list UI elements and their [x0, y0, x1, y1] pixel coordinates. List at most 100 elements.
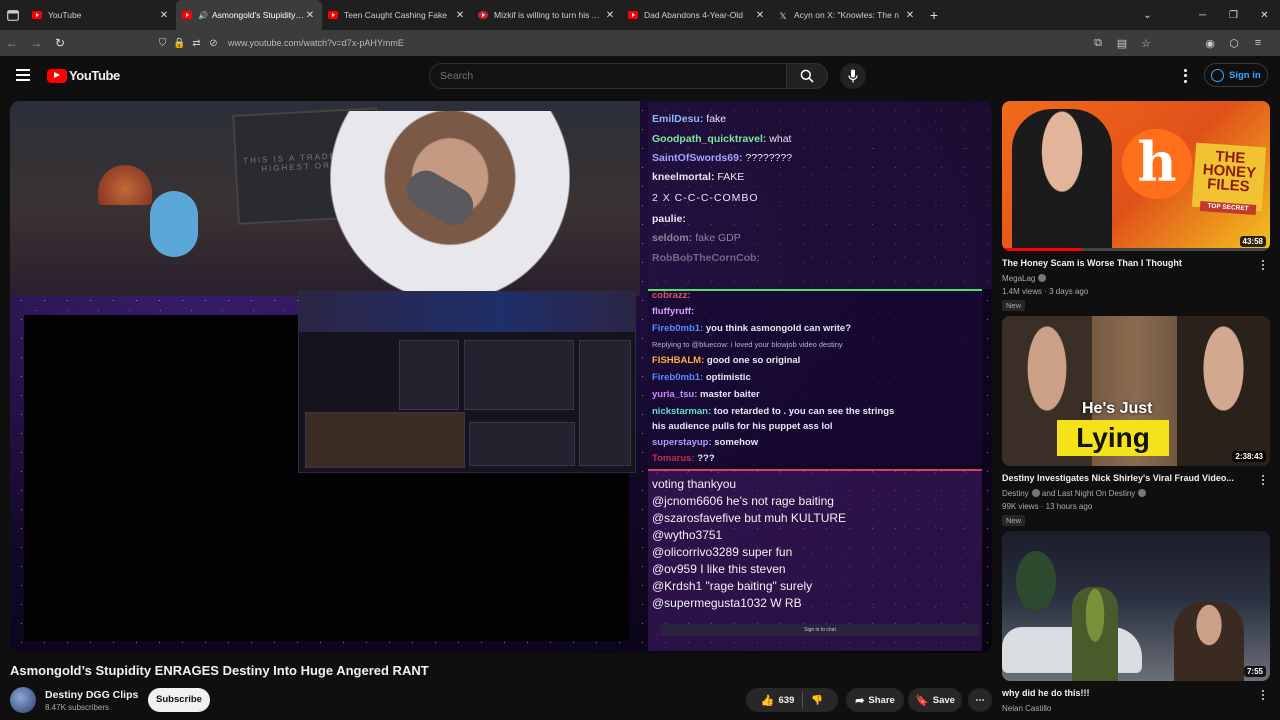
video-title: Asmongold’s Stupidity ENRAGES Destiny In… [10, 663, 429, 678]
recommendation-title[interactable]: The Honey Scam is Worse Than I Thought [1002, 258, 1252, 268]
tab-close-icon[interactable]: ✕ [604, 10, 616, 21]
extensions-icon[interactable]: ⬡ [1222, 37, 1246, 50]
lock-icon[interactable]: 🔒 [171, 38, 188, 49]
more-actions-button[interactable]: ⋯ [968, 688, 992, 712]
browser-tab-teen-caught[interactable]: Teen Caught Cashing Fake ✕ [322, 0, 472, 30]
browser-tab-dad-abandons[interactable]: Dad Abandons 4-Year-Old ✕ [622, 0, 772, 30]
chat-message: somehow [714, 437, 759, 448]
chat-message: you think asmongold can write? [705, 323, 852, 334]
reload-button[interactable]: ↻ [48, 36, 72, 50]
youtube-logo[interactable]: YouTube [47, 68, 120, 83]
share-arrow-icon: ➦ [855, 694, 865, 707]
shield-icon[interactable]: ⛉ [154, 38, 171, 49]
more-dots-icon: ⋯ [975, 694, 985, 706]
browser-menu-icon[interactable]: ≡ [1246, 37, 1270, 49]
video-player[interactable]: THIS IS A TRADER THE HIGHEST ORDER EmilD… [10, 101, 992, 653]
video-thumbnail[interactable]: 7:55 [1002, 531, 1270, 681]
browser-tab-active-video[interactable]: 🔊 Asmongold's Stupidity ENR ✕ [176, 0, 322, 30]
settings-more-icon[interactable] [1181, 68, 1189, 84]
share-button[interactable]: ➦ Share [846, 688, 904, 712]
window-controls: ⌄ ─ ❐ ✕ [1132, 0, 1280, 30]
restore-button[interactable]: ❐ [1218, 10, 1249, 21]
browser-tab-acyn[interactable]: 𝕏 Acyn on X: "Knowles: The n ✕ [772, 0, 922, 30]
channel-label: MegaLag [1002, 274, 1036, 283]
toolbar-actions: ⧉ ▤ ☆ ◉ ⬡ ≡ [1086, 30, 1270, 56]
tab-close-icon[interactable]: ✕ [454, 10, 466, 21]
save-label: Save [932, 694, 955, 706]
chat-line: superstayup: somehow [652, 437, 758, 448]
browser-tab-bar: YouTube ✕ 🔊 Asmongold's Stupidity ENR ✕ … [0, 0, 1280, 30]
chat-line: paulie: [652, 213, 686, 225]
search-input[interactable] [429, 63, 787, 89]
x-favicon-icon: 𝕏 [779, 11, 787, 21]
tab-close-icon[interactable]: ✕ [754, 10, 766, 21]
chat-message: optimistic [705, 372, 751, 383]
reader-view-icon[interactable]: ▤ [1110, 37, 1134, 50]
recommendation-menu-icon[interactable] [1259, 259, 1267, 271]
chat-username: paulie: [652, 213, 686, 225]
close-window-button[interactable]: ✕ [1249, 10, 1280, 21]
chat-line: Fireb0mb1: optimistic [652, 372, 751, 383]
tab-close-icon[interactable]: ✕ [304, 10, 316, 21]
chat-line: RobBobTheCornCob: [652, 252, 760, 264]
video-thumbnail[interactable]: He's Just Lying 2:38:43 [1002, 316, 1270, 466]
chat-line: nickstarman: too retarded to . you can s… [652, 406, 894, 417]
chat-line: Goodpath_quicktravel: what [652, 133, 791, 145]
bookmark-star-icon[interactable]: ☆ [1134, 37, 1158, 50]
tab-title: Acyn on X: "Knowles: The n [794, 10, 899, 20]
screen-share-window [298, 291, 636, 473]
url-text[interactable]: www.youtube.com/watch?v=d7x-pAHYmmE [228, 38, 404, 48]
save-button[interactable]: 🔖 Save [908, 688, 962, 712]
chat-panel-top: EmilDesu: fake Goodpath_quicktravel: wha… [648, 101, 992, 289]
chat-username: SaintOfSwords69: [652, 152, 743, 164]
chat-line: @wytho3751 [652, 528, 723, 542]
costumed-figure [1072, 587, 1118, 681]
account-circle-icon [1211, 68, 1224, 82]
channel-avatar[interactable] [10, 687, 36, 713]
logo-text: YouTube [69, 68, 120, 83]
recommendation-channel[interactable]: Nelan Castillo [1002, 704, 1051, 713]
chat-line: @szarosfavefive but muh KULTURE [652, 511, 847, 525]
chat-line: 2 X C-C-C-COMBO [652, 192, 759, 204]
tab-actions-icon[interactable] [0, 0, 26, 30]
tab-list-chevron-icon[interactable]: ⌄ [1132, 10, 1163, 21]
minimize-button[interactable]: ─ [1187, 10, 1218, 21]
bookmark-icon: 🔖 [915, 694, 929, 707]
hamburger-menu-icon[interactable] [16, 69, 30, 81]
recommendation-title[interactable]: Destiny Investigates Nick Shirley's Vira… [1002, 473, 1252, 483]
verified-icon [1031, 489, 1040, 497]
tab-close-icon[interactable]: ✕ [158, 10, 170, 21]
dislike-button[interactable]: 👎 [811, 695, 823, 706]
recommendation-title[interactable]: why did he do this!!! [1002, 688, 1252, 698]
browser-tab-mizkif[interactable]: Mizkif is willing to turn his Aust ✕ [472, 0, 622, 30]
address-bar[interactable]: ⛉ 🔒 ⇄ ⊘ www.youtube.com/watch?v=d7x-pAHY… [154, 33, 1129, 53]
tab-close-icon[interactable]: ✕ [904, 10, 916, 21]
chat-message: 2 X C-C-C-COMBO [652, 192, 759, 204]
tracking-protection-icon[interactable]: ⊘ [205, 38, 222, 49]
thumbnail-caption: He's Just [1082, 400, 1153, 417]
recommendation-channel[interactable]: MegaLag [1002, 274, 1047, 283]
speaker-icon[interactable]: 🔊 [198, 11, 208, 20]
like-button[interactable]: 👍 639 [761, 694, 795, 707]
subscribe-button[interactable]: Subscribe [148, 688, 210, 712]
voice-search-button[interactable] [840, 63, 866, 89]
recommendation-menu-icon[interactable] [1259, 689, 1267, 701]
video-thumbnail[interactable]: h THE HONEY FILES TOP SECRET 43:58 [1002, 101, 1270, 251]
search-button[interactable] [786, 63, 828, 89]
back-button[interactable]: ← [0, 36, 24, 50]
channel-name[interactable]: Destiny DGG Clips [45, 689, 138, 701]
forward-button[interactable]: → [24, 36, 48, 50]
sign-in-button[interactable]: Sign in [1204, 63, 1268, 87]
site-settings-icon[interactable]: ⇄ [188, 38, 205, 49]
sign-in-label: Sign in [1229, 69, 1261, 81]
chat-message: FAKE [717, 171, 745, 183]
picture-in-picture-icon[interactable]: ⧉ [1086, 37, 1110, 50]
thumbnail-person [1174, 601, 1244, 681]
chat-username: fluffyruff: [652, 306, 695, 317]
new-tab-button[interactable]: + [922, 7, 946, 23]
recommendation-menu-icon[interactable] [1259, 474, 1267, 486]
screen-share-panel [469, 422, 575, 466]
browser-tab-youtube[interactable]: YouTube ✕ [26, 0, 176, 30]
account-icon[interactable]: ◉ [1198, 37, 1222, 50]
recommendation-channel[interactable]: Destiny and Last Night On Destiny [1002, 489, 1147, 498]
